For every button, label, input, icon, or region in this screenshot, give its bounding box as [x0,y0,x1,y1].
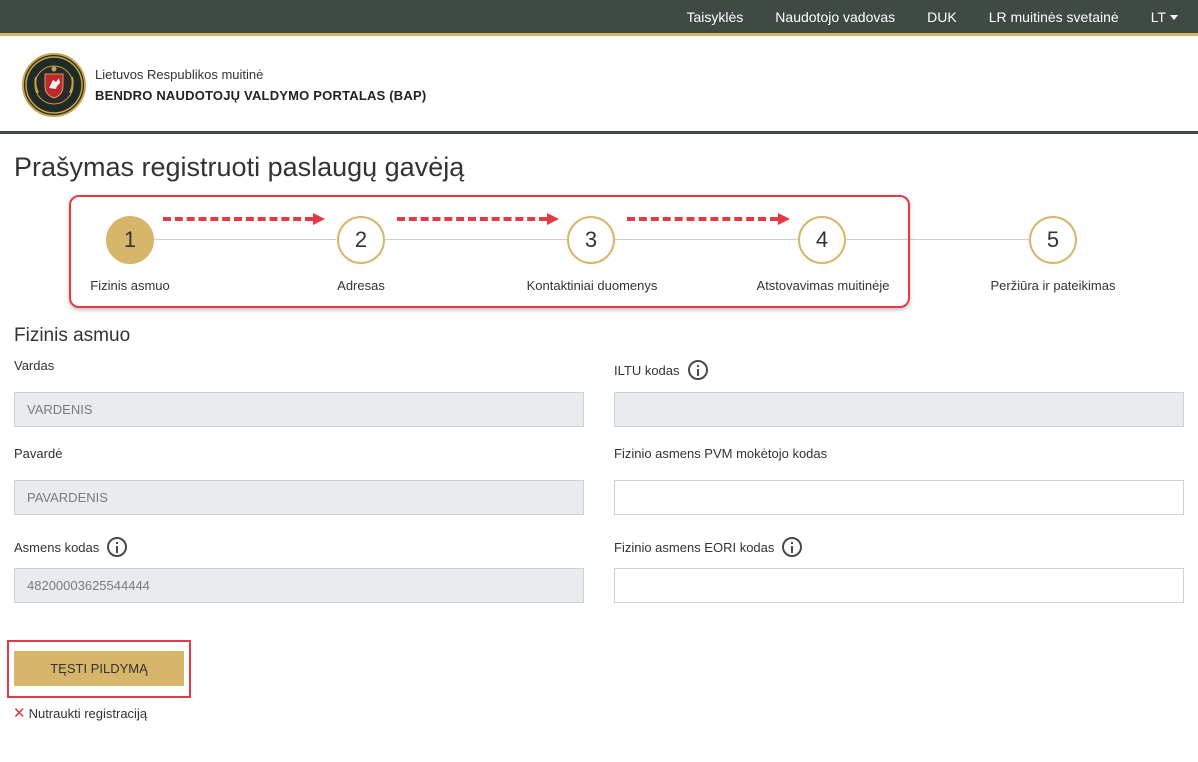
caret-down-icon [1170,14,1178,20]
eori-code-label-text: Fizinio asmens EORI kodas [614,539,775,555]
organization-name: Lietuvos Respublikos muitinė [95,67,264,82]
cancel-registration-link[interactable]: ✕ Nutraukti registraciją [13,704,148,722]
personal-code-label: Asmens kodas [14,537,128,557]
nav-link-faq[interactable]: DUK [927,9,957,25]
personal-code-input[interactable] [14,568,584,603]
language-dropdown[interactable]: LT [1151,9,1178,25]
iltu-code-label-text: ILTU kodas [614,362,680,378]
top-navigation-bar: Taisyklės Naudotojo vadovas DUK LR muiti… [0,0,1198,36]
first-name-label-text: Vardas [14,358,55,373]
iltu-code-label: ILTU kodas [614,360,708,380]
cancel-registration-label: Nutraukti registraciją [28,706,148,721]
close-icon: ✕ [13,704,26,722]
brand-header: Lietuvos Respublikos muitinė BENDRO NAUD… [0,36,1198,134]
first-name-label: Vardas [14,358,54,373]
page-title: Prašymas registruoti paslaugų gavėją [14,152,465,182]
step-5-circle[interactable]: 5 [1029,216,1077,264]
annotation-arrow-icon [627,213,790,225]
nav-link-user-guide[interactable]: Naudotojo vadovas [775,9,895,25]
brand-text: Lietuvos Respublikos muitinė BENDRO NAUD… [95,67,426,103]
annotation-arrow-icon [163,213,325,225]
portal-name: BENDRO NAUDOTOJŲ VALDYMO PORTALAS (BAP) [95,88,427,103]
vat-code-label-text: Fizinio asmens PVM mokėtojo kodas [614,446,828,461]
annotation-arrow-icon [397,213,559,225]
step-5-label: Peržiūra ir pateikimas [990,278,1116,293]
language-label: LT [1150,9,1166,25]
step-number: 5 [1046,227,1060,252]
continue-button[interactable]: TĘSTI PILDYMĄ [14,651,184,686]
personal-code-label-text: Asmens kodas [14,539,100,555]
info-icon[interactable] [107,537,128,557]
vat-code-input[interactable] [614,480,1184,515]
first-name-input[interactable] [14,392,584,427]
iltu-code-input[interactable] [614,392,1184,427]
info-icon[interactable] [782,537,803,557]
customs-emblem-logo [22,53,86,117]
eori-code-label: Fizinio asmens EORI kodas [614,537,803,557]
nav-link-customs-website[interactable]: LR muitinės svetainė [989,9,1119,25]
top-nav-links: Taisyklės Naudotojo vadovas DUK LR muiti… [687,0,1198,34]
eori-code-input[interactable] [614,568,1184,603]
last-name-input[interactable] [14,480,584,515]
info-icon[interactable] [687,360,708,380]
last-name-label: Pavardė [14,446,62,461]
annotation-highlight-box [69,195,910,308]
vat-code-label: Fizinio asmens PVM mokėtojo kodas [614,446,827,461]
section-title: Fizinis asmuo [14,325,131,346]
nav-link-rules[interactable]: Taisyklės [687,9,744,25]
last-name-label-text: Pavardė [14,446,63,461]
